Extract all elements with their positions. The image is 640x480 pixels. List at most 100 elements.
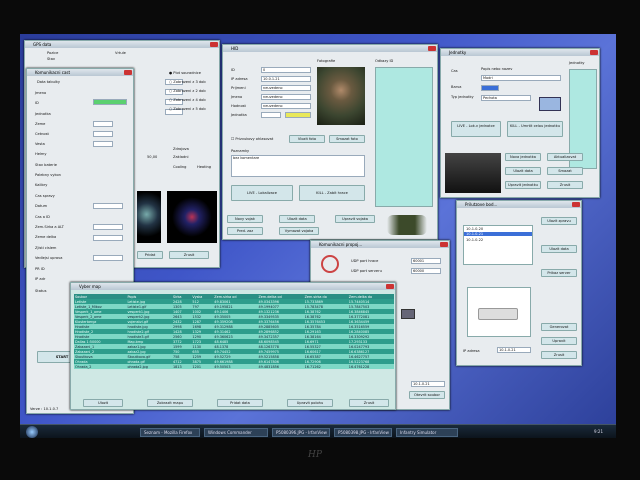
taskbar-item[interactable]: Infantry Simulator xyxy=(396,428,458,437)
label: Zakladni xyxy=(173,155,189,159)
field[interactable] xyxy=(93,224,123,230)
radio-option[interactable]: ○ Zobrazeni z 4 dob xyxy=(169,98,206,102)
gps-titlebar[interactable]: GPS data xyxy=(25,41,219,48)
ip-field[interactable]: 10.0.1.21 xyxy=(261,76,311,82)
save-data-button[interactable]: Ulozit data xyxy=(279,215,315,223)
radar-image xyxy=(167,191,217,243)
cancel-button[interactable]: Zrusit xyxy=(169,251,209,259)
jednotky-titlebar[interactable]: Jednotky xyxy=(441,49,599,56)
rank-field[interactable]: neuvedeno xyxy=(261,103,311,109)
edit-button[interactable]: Upravit xyxy=(541,337,577,345)
close-icon[interactable] xyxy=(386,284,394,289)
edit-soldier-button[interactable]: Upravit vojaka xyxy=(335,215,375,223)
delete-button[interactable]: Smazat xyxy=(547,167,583,175)
list-item[interactable]: 10.1.0.20 xyxy=(466,227,483,231)
name-field[interactable]: neuvedeno xyxy=(261,94,311,100)
add-button[interactable]: Pridat xyxy=(137,251,163,259)
save-button[interactable]: Ulozit data xyxy=(505,167,541,175)
radio-option[interactable]: ○ Zobrazeni z 2 dob xyxy=(169,89,206,93)
table-cell: 1813 xyxy=(171,364,192,369)
field[interactable] xyxy=(93,131,113,137)
kill-button[interactable]: KILL - Zabit hrace xyxy=(299,185,365,201)
new-unit-button[interactable]: Nova jednotka xyxy=(505,153,541,161)
notes-field[interactable]: bez komentare xyxy=(231,155,365,177)
save-data-button[interactable]: Ulozit data xyxy=(541,245,577,253)
label: Helmy xyxy=(35,152,47,156)
hid-list[interactable] xyxy=(375,67,433,207)
field[interactable] xyxy=(93,141,113,147)
cancel-button[interactable]: Zrusit xyxy=(541,351,577,359)
field[interactable] xyxy=(93,203,123,209)
taskbar-item[interactable]: Windows Commander xyxy=(204,428,268,437)
server-command-button[interactable]: Prikaz server xyxy=(541,269,577,277)
generate-button[interactable]: Generovat xyxy=(541,323,577,331)
surname-field[interactable]: neuvedeno xyxy=(261,85,311,91)
field[interactable] xyxy=(93,121,113,127)
prev-button[interactable]: Pred. zaz xyxy=(227,227,263,235)
field[interactable] xyxy=(93,255,123,261)
green-status-field[interactable] xyxy=(93,99,127,105)
cancel-button[interactable]: Zrusit xyxy=(547,181,583,189)
taskbar: Seznam - Mozilla Firefox Windows Command… xyxy=(20,424,616,438)
radio-option[interactable]: ○ Zobrazeni z 3 dob xyxy=(169,80,206,84)
save-button[interactable]: Ulozit xyxy=(83,399,123,407)
kill-unit-button[interactable]: KILL - Umrtit celou jednotku xyxy=(507,121,563,137)
unit-color-field[interactable] xyxy=(285,112,311,118)
pripojeni-titlebar[interactable]: Komunikacni propoj... xyxy=(311,241,449,248)
save-message-button[interactable]: Ulozit zpravu xyxy=(541,217,577,225)
udp-player-field[interactable]: 60001 xyxy=(411,258,441,264)
color-swatch[interactable] xyxy=(481,85,499,91)
udp-server-field[interactable]: 60000 xyxy=(411,268,441,274)
maps-titlebar[interactable]: Vyber map xyxy=(71,283,395,290)
add-photo-button[interactable]: Vlozit foto xyxy=(289,135,325,143)
close-icon[interactable] xyxy=(572,202,580,207)
label: IP adr xyxy=(35,277,46,281)
close-icon[interactable] xyxy=(428,46,436,51)
maps-table[interactable]: Soubor Popis Sirka Vyska Zem.sirka od Ze… xyxy=(74,294,394,369)
table-row[interactable]: Ohrada_2 ohrada2.jpg 1813 1201 49.50503 49.48… xyxy=(74,364,394,369)
live-unit-button[interactable]: LIVE - Lok.v jednotce xyxy=(451,121,501,137)
type-select[interactable]: Pechota xyxy=(481,95,531,101)
hid-window: HID ID IP adresa Prijmeni Jmeno Hodnost … xyxy=(222,44,438,240)
unit-field[interactable] xyxy=(261,112,281,118)
field[interactable] xyxy=(93,235,123,241)
id-field[interactable]: 0 xyxy=(261,67,311,73)
edit-unit-button[interactable]: Upravit jednotku xyxy=(505,181,541,189)
taskbar-item[interactable]: P5080398.JPG - IrfanView xyxy=(334,428,392,437)
komunikace-titlebar[interactable]: Komunikacni cast xyxy=(27,69,133,76)
name-field[interactable]: Modri xyxy=(481,75,561,81)
ip-field[interactable]: 10.1.0.21 xyxy=(411,381,445,387)
add-data-button[interactable]: Pridat data xyxy=(217,399,263,407)
start-orb-icon[interactable] xyxy=(26,426,38,438)
new-soldier-button[interactable]: Novy vojak xyxy=(227,215,263,223)
radio-option[interactable]: ○ Zobrazeni z 5 dob xyxy=(169,107,206,111)
edit-position-button[interactable]: Upravit polohu xyxy=(287,399,333,407)
delete-soldier-button[interactable]: Vymazat vojaka xyxy=(279,227,319,235)
open-file-button[interactable]: Otevrit soubor xyxy=(409,391,445,399)
radio-option[interactable]: ● Plot souradnice xyxy=(169,71,201,75)
close-icon[interactable] xyxy=(440,242,448,247)
list-item[interactable]: 10.1.0.22 xyxy=(466,238,483,242)
show-map-button[interactable]: Zobrazit mapu xyxy=(147,399,193,407)
ip-field[interactable]: 10.1.0.21 xyxy=(497,347,531,353)
table-cell: ohrada2.jpg xyxy=(126,364,172,369)
hid-titlebar[interactable]: HID xyxy=(223,45,437,52)
refresh-button[interactable]: Aktualizovat xyxy=(547,153,583,161)
version-text: Verze : 10.1.0.7 xyxy=(30,407,59,411)
label: PR ID xyxy=(35,267,45,271)
close-icon[interactable] xyxy=(210,42,218,47)
close-icon[interactable] xyxy=(590,50,598,55)
list-item[interactable]: 10.1.0.21 xyxy=(464,232,532,236)
live-button[interactable]: LIVE - Lokalizace xyxy=(231,185,293,201)
clock[interactable]: 9:21 xyxy=(594,429,603,434)
hid-checkbox[interactable]: ☐ Prizvukovy ohlasovat xyxy=(231,137,273,141)
delete-photo-button[interactable]: Smazat foto xyxy=(329,135,365,143)
taskbar-item[interactable]: P5080396.JPG - IrfanView xyxy=(272,428,330,437)
close-icon[interactable] xyxy=(124,70,132,75)
label: Datum xyxy=(35,204,48,208)
ip-list[interactable]: 10.1.0.20 10.1.0.21 10.1.0.22 xyxy=(463,225,533,265)
label: Fotografie xyxy=(317,59,336,63)
prilut-titlebar[interactable]: Prilutzove bod... xyxy=(457,201,581,208)
cancel-button[interactable]: Zrusit xyxy=(349,399,389,407)
taskbar-item[interactable]: Seznam - Mozilla Firefox xyxy=(140,428,200,437)
